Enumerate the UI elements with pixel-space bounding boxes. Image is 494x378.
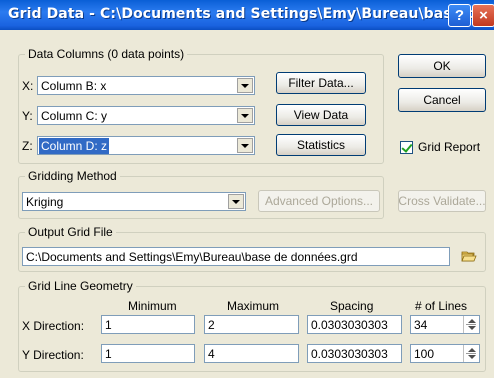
maximum-header: Maximum	[227, 299, 280, 313]
minimum-header: Minimum	[128, 299, 177, 313]
z-column-value: Column D: z	[39, 138, 110, 154]
output-grid-file-legend: Output Grid File	[25, 225, 116, 239]
ok-button[interactable]: OK	[398, 54, 486, 78]
y-spacing-input[interactable]: 0.0303030303	[307, 344, 402, 363]
chevron-down-icon[interactable]	[228, 194, 244, 209]
cross-validate-button[interactable]: Cross Validate...	[398, 190, 486, 212]
z-column-select[interactable]: Column D: z	[37, 136, 255, 155]
spin-stepper-icon[interactable]	[463, 316, 479, 333]
advanced-options-button[interactable]: Advanced Options...	[258, 190, 380, 212]
y-direction-label: Y Direction:	[22, 348, 84, 362]
x-direction-label: X Direction:	[22, 319, 85, 333]
grid-report-checkbox[interactable]	[400, 141, 413, 154]
y-maximum-input[interactable]: 4	[204, 344, 299, 363]
x-lines-value: 34	[414, 318, 428, 332]
y-lines-value: 100	[414, 347, 435, 361]
y-lines-input[interactable]: 100	[410, 344, 480, 363]
chevron-down-icon[interactable]	[237, 138, 253, 153]
x-column-label: X:	[22, 79, 34, 93]
view-data-button[interactable]: View Data	[276, 104, 366, 126]
grid-data-dialog: Grid Data - C:\Documents and Settings\Em…	[0, 0, 494, 378]
title-bar[interactable]: Grid Data - C:\Documents and Settings\Em…	[0, 0, 494, 30]
spin-stepper-icon[interactable]	[463, 345, 479, 362]
open-folder-icon[interactable]	[461, 249, 477, 263]
y-maximum-value: 4	[208, 347, 215, 361]
grid-line-geometry-legend: Grid Line Geometry	[25, 279, 136, 293]
x-column-select[interactable]: Column B: x	[37, 76, 255, 95]
help-icon: ?	[454, 7, 465, 24]
output-file-path-value: C:\Documents and Settings\Emy\Bureau\bas…	[26, 250, 358, 264]
close-icon: ×	[479, 7, 488, 24]
y-minimum-input[interactable]: 1	[101, 344, 195, 363]
x-spacing-value: 0.0303030303	[311, 318, 388, 332]
cancel-button[interactable]: Cancel	[398, 88, 486, 112]
chevron-down-icon[interactable]	[237, 108, 253, 123]
data-columns-legend: Data Columns (0 data points)	[25, 47, 188, 61]
close-button[interactable]: ×	[472, 4, 494, 27]
x-maximum-value: 2	[208, 318, 215, 332]
lines-header: # of Lines	[415, 299, 468, 313]
gridding-method-select[interactable]: Kriging	[22, 192, 246, 211]
x-spacing-input[interactable]: 0.0303030303	[307, 315, 402, 334]
spacing-header: Spacing	[330, 299, 374, 313]
statistics-button[interactable]: Statistics	[276, 134, 366, 156]
x-column-value: Column B: x	[41, 79, 107, 93]
gridding-method-legend: Gridding Method	[25, 169, 120, 183]
grid-report-label: Grid Report	[418, 140, 481, 154]
y-spacing-value: 0.0303030303	[311, 347, 388, 361]
x-lines-input[interactable]: 34	[410, 315, 480, 334]
y-column-select[interactable]: Column C: y	[37, 106, 255, 125]
y-minimum-value: 1	[105, 347, 112, 361]
z-column-label: Z:	[22, 139, 33, 153]
gridding-method-value: Kriging	[26, 195, 64, 209]
x-minimum-input[interactable]: 1	[101, 315, 195, 334]
y-column-label: Y:	[22, 109, 33, 123]
chevron-down-icon[interactable]	[237, 78, 253, 93]
filter-data-button[interactable]: Filter Data...	[276, 72, 366, 94]
window-title: Grid Data - C:\Documents and Settings\Em…	[8, 6, 494, 22]
x-minimum-value: 1	[105, 318, 112, 332]
output-file-path-input[interactable]: C:\Documents and Settings\Emy\Bureau\bas…	[22, 247, 450, 266]
help-button[interactable]: ?	[448, 4, 471, 27]
x-maximum-input[interactable]: 2	[204, 315, 299, 334]
y-column-value: Column C: y	[41, 109, 108, 123]
